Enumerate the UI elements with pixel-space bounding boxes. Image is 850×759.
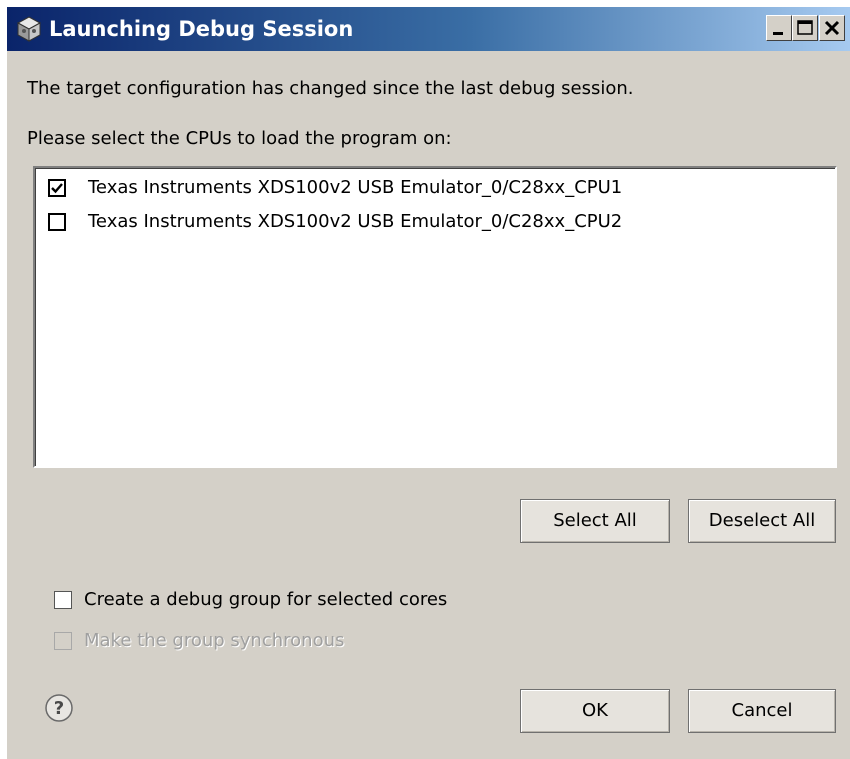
cancel-button[interactable]: Cancel	[688, 689, 836, 733]
checkmark-icon	[51, 183, 63, 194]
minimize-icon	[773, 32, 783, 35]
maximize-icon	[797, 20, 813, 35]
close-icon	[824, 20, 840, 36]
cpu-list[interactable]: Texas Instruments XDS100v2 USB Emulator_…	[33, 166, 837, 468]
cpu2-checkbox[interactable]	[48, 213, 66, 231]
synchronous-label: Make the group synchronous	[84, 630, 345, 651]
svg-text:?: ?	[54, 698, 64, 719]
target-changed-message: The target configuration has changed sin…	[27, 78, 634, 99]
cpu-item-label: Texas Instruments XDS100v2 USB Emulator_…	[88, 211, 623, 232]
deselect-all-button[interactable]: Deselect All	[688, 499, 836, 543]
maximize-button[interactable]	[792, 15, 818, 41]
debug-group-checkbox[interactable]	[54, 591, 72, 609]
debug-group-label: Create a debug group for selected cores	[84, 589, 448, 610]
title-bar[interactable]: Launching Debug Session	[7, 7, 850, 51]
close-button[interactable]	[819, 15, 845, 41]
help-icon[interactable]: ?	[44, 693, 74, 723]
debug-cube-icon	[15, 15, 43, 43]
select-cpus-prompt: Please select the CPUs to load the progr…	[27, 128, 452, 149]
cpu1-checkbox[interactable]	[48, 179, 66, 197]
minimize-button[interactable]	[766, 15, 792, 41]
cpu-item-label: Texas Instruments XDS100v2 USB Emulator_…	[88, 177, 623, 198]
ok-button[interactable]: OK	[520, 689, 670, 733]
dialog-window: Launching Debug Session The target confi…	[7, 7, 850, 759]
synchronous-checkbox	[54, 632, 72, 650]
window-title: Launching Debug Session	[49, 17, 354, 41]
select-all-button[interactable]: Select All	[520, 499, 670, 543]
